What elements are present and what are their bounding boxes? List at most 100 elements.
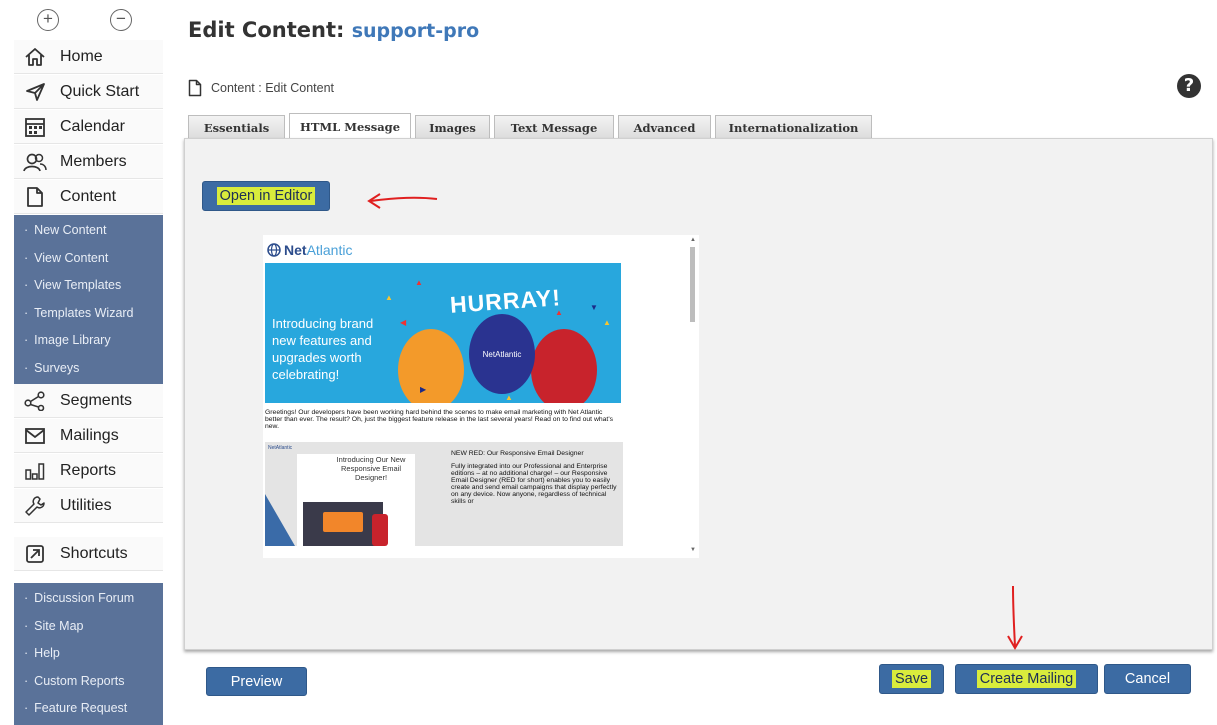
confetti: ▼ — [590, 303, 598, 312]
nav-item-label: Segments — [60, 391, 133, 409]
cancel-button[interactable]: Cancel — [1104, 664, 1191, 694]
preview-scrollbar[interactable]: ▲ ▼ — [689, 235, 697, 558]
shortcuts-submenu: · Discussion Forum · Site Map · Help · Custo… — [14, 583, 163, 725]
zoom-in-icon[interactable]: + — [37, 9, 59, 31]
breadcrumb-text: Content : Edit Content — [211, 81, 334, 95]
zoom-out-icon[interactable]: − — [110, 9, 132, 31]
create-mailing-button[interactable]: Create Mailing — [955, 664, 1098, 694]
promo-text: NEW RED: Our Responsive Email Designer F… — [451, 450, 619, 505]
home-icon — [22, 46, 48, 68]
promo-left-title: Introducing Our New Responsive Email Des… — [336, 455, 406, 482]
nav-item-label: Members — [60, 152, 127, 170]
bar-chart-icon — [22, 460, 48, 482]
submenu-item-new-content[interactable]: · New Content — [14, 217, 163, 245]
breadcrumb: Content : Edit Content — [188, 79, 334, 97]
annotation-arrow-down-icon — [1007, 585, 1023, 650]
nav-item-home[interactable]: Home — [14, 40, 163, 74]
promo-paragraph: Fully integrated into our Professional a… — [451, 463, 617, 505]
members-icon — [22, 151, 48, 173]
promo-section: NetAtlantic Introducing Our New Responsi… — [265, 442, 623, 546]
email-header: Net Atlantic — [265, 237, 623, 263]
nav-item-utilities[interactable]: Utilities — [14, 489, 163, 523]
scroll-up-icon[interactable]: ▲ — [690, 237, 696, 243]
nav-item-reports[interactable]: Reports — [14, 454, 163, 488]
nav-item-segments[interactable]: Segments — [14, 384, 163, 418]
email-preview[interactable]: Net Atlantic Introducing brand new featur… — [263, 235, 699, 558]
hero-banner: Introducing brand new features and upgra… — [265, 263, 621, 403]
nav-item-mailings[interactable]: Mailings — [14, 419, 163, 453]
save-button[interactable]: Save — [879, 664, 944, 694]
envelope-icon — [22, 425, 48, 447]
wrench-icon — [22, 495, 48, 517]
nav-item-label: Utilities — [60, 496, 112, 514]
calendar-icon — [22, 116, 48, 138]
nav-item-members[interactable]: Members — [14, 145, 163, 179]
page-title: Edit Content: support-pro — [188, 18, 479, 42]
confetti: ▶ — [420, 385, 427, 394]
confetti: ▲ — [415, 278, 423, 287]
promo-title: NEW RED: Our Responsive Email Designer — [451, 450, 584, 457]
shortcut-discussion-forum[interactable]: · Discussion Forum — [14, 585, 163, 613]
paper-plane-icon — [22, 81, 48, 103]
open-in-editor-button[interactable]: Open in Editor — [202, 181, 330, 211]
document-icon — [188, 79, 202, 97]
confetti: ▲ — [505, 393, 513, 402]
scroll-thumb[interactable] — [690, 247, 695, 322]
html-message-panel: Open in Editor Net Atlantic Introducing b… — [184, 138, 1213, 650]
laptop-icon — [303, 502, 383, 546]
submenu-item-surveys[interactable]: · Surveys — [14, 355, 163, 383]
nav-item-label: Reports — [60, 461, 117, 479]
brand-atlantic: Atlantic — [306, 242, 353, 258]
hero-text: Introducing brand new features and upgra… — [272, 316, 374, 382]
shortcut-feature-request[interactable]: · Feature Request — [14, 695, 163, 723]
tab-internationalization[interactable]: Internationalization — [715, 115, 872, 139]
submenu-item-view-templates[interactable]: · View Templates — [14, 272, 163, 300]
page-title-prefix: Edit Content: — [188, 18, 345, 42]
brand-net: Net — [284, 242, 307, 258]
content-submenu: · New Content · View Content · View Templat… — [14, 215, 163, 384]
share-icon — [22, 390, 48, 412]
shortcut-site-map[interactable]: · Site Map — [14, 613, 163, 641]
tab-advanced[interactable]: Advanced — [618, 115, 711, 139]
globe-icon — [267, 243, 281, 257]
document-icon — [22, 186, 48, 208]
nav-item-label: Shortcuts — [60, 544, 128, 562]
nav-item-content[interactable]: Content — [14, 180, 163, 214]
blue-balloon: NetAtlantic — [469, 314, 535, 394]
tab-text-message[interactable]: Text Message — [494, 115, 614, 139]
arrow-up-right-icon — [22, 543, 48, 565]
submenu-item-image-library[interactable]: · Image Library — [14, 327, 163, 355]
confetti: ▲ — [385, 293, 393, 302]
help-icon[interactable]: ? — [1177, 74, 1201, 98]
nav-item-shortcuts[interactable]: Shortcuts — [14, 537, 163, 571]
annotation-arrow-icon — [367, 193, 438, 209]
submenu-item-view-content[interactable]: · View Content — [14, 245, 163, 273]
promo-image: NetAtlantic Introducing Our New Responsi… — [265, 442, 445, 546]
email-content: Net Atlantic Introducing brand new featur… — [265, 237, 623, 546]
confetti: ▲ — [603, 318, 611, 327]
confetti: ▲ — [555, 308, 563, 317]
shortcut-help[interactable]: · Help — [14, 640, 163, 668]
orange-balloon — [398, 329, 464, 403]
balloon-brand: NetAtlantic — [482, 349, 522, 359]
promo-stripe — [265, 494, 295, 546]
nav-item-label: Mailings — [60, 426, 119, 444]
account-name: support-pro — [351, 20, 480, 42]
tab-essentials[interactable]: Essentials — [188, 115, 285, 139]
tab-html-message[interactable]: HTML Message — [289, 113, 411, 139]
preview-button[interactable]: Preview — [206, 667, 307, 696]
zoom-controls: + − — [0, 0, 163, 40]
scroll-down-icon[interactable]: ▼ — [690, 547, 696, 553]
nav-item-label: Content — [60, 187, 117, 205]
nav-item-label: Quick Start — [60, 82, 140, 100]
nav-item-calendar[interactable]: Calendar — [14, 110, 163, 144]
tab-images[interactable]: Images — [415, 115, 490, 139]
phone-icon — [372, 514, 388, 546]
nav-item-quick-start[interactable]: Quick Start — [14, 75, 163, 109]
promo-brand: NetAtlantic — [268, 445, 293, 451]
shortcut-custom-reports[interactable]: · Custom Reports — [14, 668, 163, 696]
nav-item-label: Calendar — [60, 117, 125, 135]
confetti: ◀ — [400, 318, 407, 327]
submenu-item-templates-wizard[interactable]: · Templates Wizard — [14, 300, 163, 328]
tab-bar: Essentials HTML Message Images Text Mess… — [188, 113, 876, 139]
